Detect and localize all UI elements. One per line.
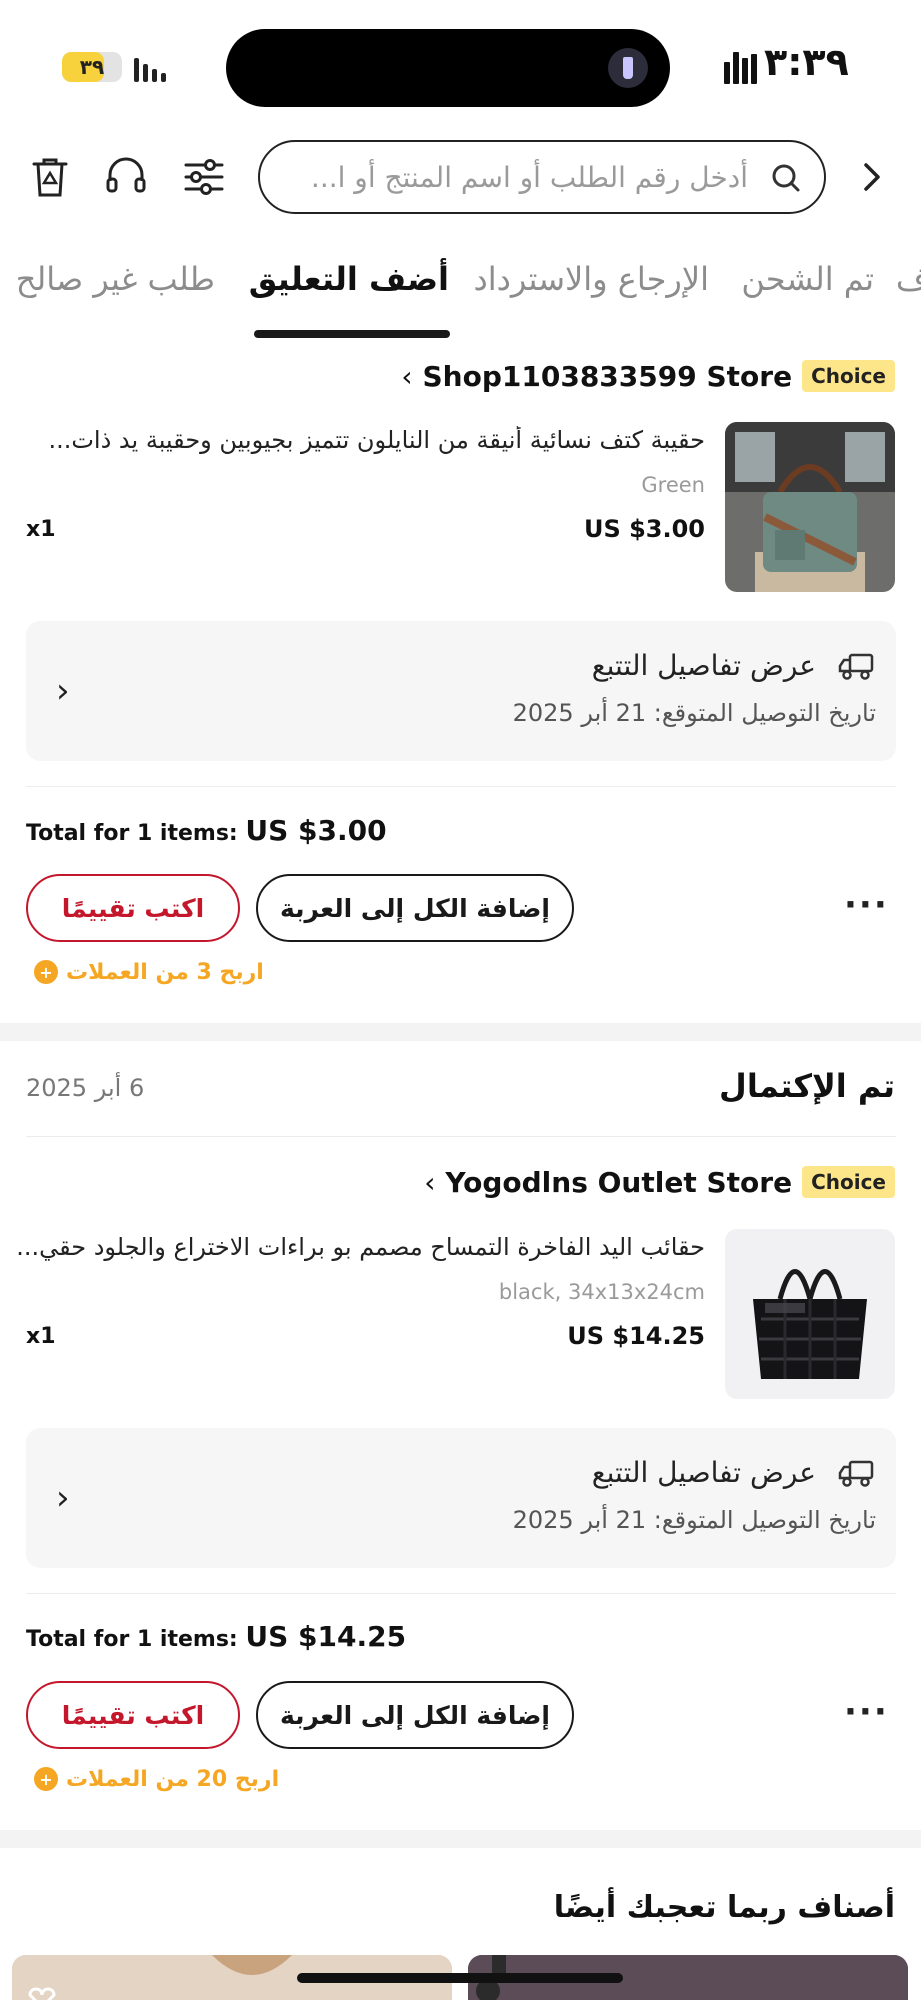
coins-text: اربح 20 من العملات [66,1766,280,1792]
tab-add-review[interactable]: أضف التعليق [249,260,449,298]
order-total: Total for 1 items: US $14.25 [26,1620,406,1653]
coin-icon: + [34,1767,58,1791]
tab-invalid-order[interactable]: طلب غير صالح [16,260,215,298]
recommendations-title: أصناف ربما تعجبك أيضًا [553,1890,895,1925]
chevron-right-icon: › [56,671,70,711]
choice-badge: Choice [802,360,895,392]
back-chevron-icon[interactable] [848,153,896,201]
chevron-left-icon: ‹ [401,359,413,393]
search-placeholder: أدخل رقم الطلب أو اسم المنتج أو ا... [310,161,748,194]
tracking-panel[interactable]: عرض تفاصيل التتبع تاريخ التوصيل المتوقع:… [26,621,896,761]
choice-badge: Choice [802,1166,895,1198]
status-bar: ٣٩ ٣:٣٩ [0,0,921,120]
divider [26,786,896,787]
tracking-title: عرض تفاصيل التتبع [591,1456,816,1489]
coins-reward[interactable]: اربح 20 من العملات + [34,1763,279,1795]
coins-text: اربح 3 من العملات [66,959,264,985]
tab-partial[interactable]: ف [896,260,921,298]
product-title[interactable]: حقيبة كتف نسائية أنيقة من النايلون تتميز… [15,426,705,454]
order-status: تم الإكتمال [719,1067,895,1105]
filter-icon[interactable] [180,153,228,201]
search-row: أدخل رقم الطلب أو اسم المنتج أو ا... [0,135,921,219]
battery-level: ٣٩ [79,55,105,79]
more-options-button[interactable]: ··· [844,885,889,925]
home-indicator[interactable] [297,1973,623,1983]
battery-icon: ٣٩ [62,52,122,82]
coin-icon: + [34,960,58,984]
product-variant: Green [641,473,705,497]
cellular-signal-icon [724,52,757,84]
total-label: Total for 1 items: [26,1627,238,1652]
delivery-estimate: تاريخ التوصيل المتوقع: 21 أبر 2025 [512,699,876,727]
product-price: US $3.00 [583,515,705,543]
tab-returns-refunds[interactable]: الإرجاع والاسترداد [474,260,710,298]
tracking-title: عرض تفاصيل التتبع [591,649,816,682]
total-label: Total for 1 items: [26,821,238,846]
search-input[interactable]: أدخل رقم الطلب أو اسم المنتج أو ا... [258,140,826,214]
more-options-button[interactable]: ··· [844,1692,889,1732]
coins-reward[interactable]: اربح 3 من العملات + [34,956,264,988]
product-quantity: x1 [26,1324,56,1349]
section-divider [0,1830,921,1848]
product-title[interactable]: حقائب اليد الفاخرة التمساح مصمم بو براءا… [15,1233,705,1261]
product-price: US $14.25 [567,1322,705,1350]
chevron-left-icon: ‹ [424,1165,436,1199]
dynamic-island [226,29,670,107]
store-header[interactable]: Choice Shop1103833599 Store ‹ [401,356,895,396]
section-divider [0,1023,921,1041]
write-review-button[interactable]: اكتب تقييمًا [26,1681,240,1749]
store-name[interactable]: Yogodlns Outlet Store [445,1166,792,1199]
tracking-panel[interactable]: عرض تفاصيل التتبع تاريخ التوصيل المتوقع:… [26,1428,896,1568]
order-date: 6 أبر 2025 [26,1074,145,1102]
trash-icon[interactable] [26,153,74,201]
tab-shipped[interactable]: تم الشحن [741,260,874,298]
store-name[interactable]: Shop1103833599 Store [423,360,793,393]
status-time: ٣:٣٩ [764,40,849,84]
search-icon [770,162,802,194]
flashlight-icon[interactable] [608,48,648,88]
truck-icon [838,1458,876,1488]
divider [26,1593,896,1594]
store-header[interactable]: Choice Yogodlns Outlet Store ‹ [424,1162,895,1202]
truck-icon [838,651,876,681]
product-quantity: x1 [26,517,56,542]
signal-icon [134,56,166,82]
order-total: Total for 1 items: US $3.00 [26,814,387,847]
write-review-button[interactable]: اكتب تقييمًا [26,874,240,942]
product-image[interactable] [725,1229,895,1399]
add-all-to-cart-button[interactable]: إضافة الكل إلى العربة [256,1681,574,1749]
divider [26,1136,896,1137]
chevron-right-icon: › [56,1478,70,1518]
active-tab-indicator [254,330,450,338]
product-variant: black, 34x13x24cm [498,1280,705,1304]
headset-icon[interactable] [102,153,150,201]
add-all-to-cart-button[interactable]: إضافة الكل إلى العربة [256,874,574,942]
order-tabs: طلب غير صالح أضف التعليق الإرجاع والاستر… [0,250,921,340]
total-amount: US $3.00 [245,814,387,847]
total-amount: US $14.25 [245,1620,407,1653]
product-image[interactable] [725,422,895,592]
delivery-estimate: تاريخ التوصيل المتوقع: 21 أبر 2025 [512,1506,876,1534]
